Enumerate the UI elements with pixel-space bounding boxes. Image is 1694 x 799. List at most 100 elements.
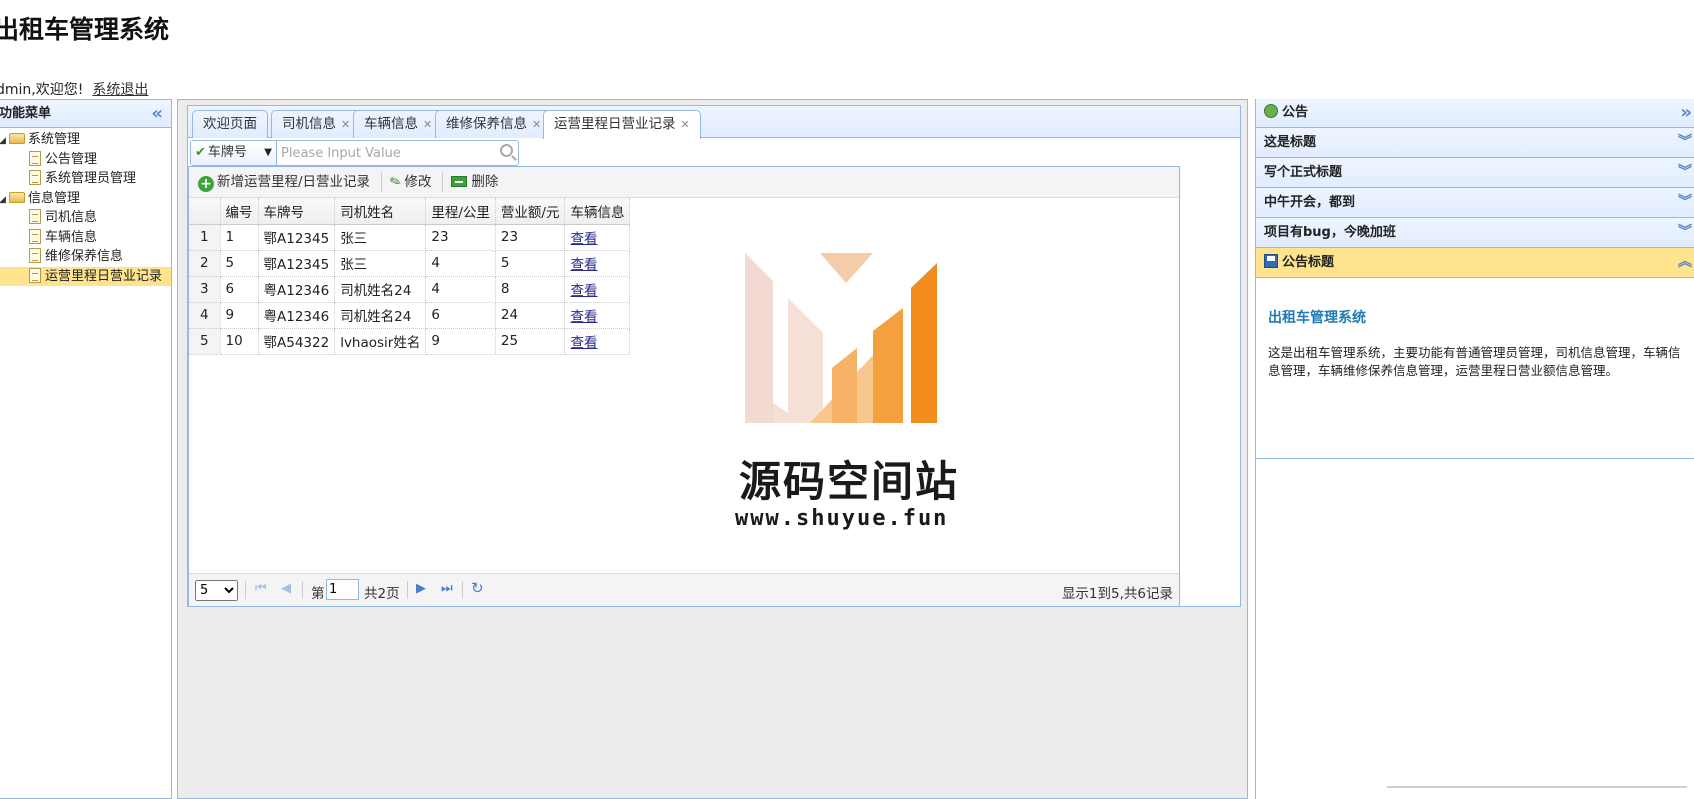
tab-maintenance-info[interactable]: 维修保养信息 ✕ bbox=[435, 110, 553, 138]
first-page-icon[interactable]: ⏮ bbox=[255, 581, 267, 596]
notice-item[interactable]: 写个正式标题 ︾ bbox=[1256, 158, 1694, 188]
cell-id: 1 bbox=[220, 224, 259, 251]
watermark-logo bbox=[745, 253, 937, 423]
column-header[interactable]: 编号 bbox=[220, 198, 259, 225]
close-icon[interactable]: ✕ bbox=[341, 118, 350, 131]
cell-id: 5 bbox=[220, 250, 259, 277]
logout-link[interactable]: 系统退出 bbox=[92, 82, 148, 98]
folder-icon bbox=[9, 133, 25, 144]
tab-driver-info[interactable]: 司机信息 ✕ bbox=[271, 110, 362, 138]
page-total: 共2页 bbox=[364, 586, 400, 602]
view-vehicle-link[interactable]: 查看 bbox=[570, 309, 597, 325]
search-field-button[interactable]: ✔ 车牌号 ▼ bbox=[191, 141, 277, 165]
cell-vehicle: 查看 bbox=[564, 328, 631, 355]
datagrid: + 新增运营里程/日营业记录 ✎修改 删除 编号 车牌号 司机姓名 里程/公里 营业额… bbox=[188, 166, 1180, 607]
rownum-header bbox=[189, 198, 221, 225]
tree-item-notice-manage[interactable]: 公告管理 bbox=[0, 150, 171, 170]
collapse-left-icon[interactable]: « bbox=[151, 100, 163, 127]
menu-title: 功能菜单 bbox=[0, 106, 52, 121]
tree-item-admin-manage[interactable]: 系统管理员管理 bbox=[0, 169, 171, 189]
notice-body-title: 出租车管理系统 bbox=[1268, 310, 1366, 326]
row-number: 1 bbox=[189, 224, 221, 251]
check-icon: ✔ bbox=[195, 145, 206, 160]
tree-item-operation-records[interactable]: 运营里程日营业记录 bbox=[0, 266, 171, 286]
cell-id: 6 bbox=[220, 276, 259, 303]
notice-item[interactable]: 中午开会，都到 ︾ bbox=[1256, 188, 1694, 218]
collapse-right-icon[interactable]: » bbox=[1680, 99, 1692, 127]
menu-header: 功能菜单 « bbox=[0, 100, 171, 128]
close-icon[interactable]: ✕ bbox=[532, 118, 541, 131]
column-header[interactable]: 车辆信息 bbox=[564, 198, 631, 225]
tree-item-driver-info[interactable]: 司机信息 bbox=[0, 208, 171, 228]
tree-item-vehicle-info[interactable]: 车辆信息 bbox=[0, 228, 171, 248]
cell-mileage: 4 bbox=[425, 276, 496, 303]
file-icon bbox=[29, 267, 41, 283]
close-icon[interactable]: ✕ bbox=[423, 118, 432, 131]
view-vehicle-link[interactable]: 查看 bbox=[570, 335, 597, 351]
delete-icon bbox=[451, 176, 468, 187]
tree-item-label: 公告管理 bbox=[45, 151, 98, 167]
search-icon[interactable] bbox=[500, 144, 513, 157]
tab-vehicle-info[interactable]: 车辆信息 ✕ bbox=[353, 110, 444, 138]
view-vehicle-link[interactable]: 查看 bbox=[570, 257, 597, 273]
table-row[interactable]: 2 5 鄂A12345 张三 4 5 查看 bbox=[189, 250, 631, 277]
expand-triangle-icon[interactable]: ◢ bbox=[0, 132, 6, 151]
column-header[interactable]: 车牌号 bbox=[258, 198, 336, 225]
row-number: 2 bbox=[189, 250, 221, 277]
collapse-up-icon[interactable]: ︽ bbox=[1678, 248, 1692, 277]
notice-item[interactable]: 项目有bug，今晚加班 ︾ bbox=[1256, 218, 1694, 248]
expand-down-icon[interactable]: ︾ bbox=[1678, 158, 1692, 187]
watermark-url: www.shuyue.fun bbox=[735, 506, 949, 531]
notice-panel: 公告 » 这是标题 ︾ 写个正式标题 ︾ 中午开会，都到 ︾ 项目有bug，今晚加班 ︾… bbox=[1255, 99, 1694, 799]
page-size-select[interactable]: 5 bbox=[195, 580, 238, 601]
close-icon[interactable]: ✕ bbox=[681, 118, 690, 131]
cell-mileage: 4 bbox=[425, 250, 496, 277]
records-table: 编号 车牌号 司机姓名 里程/公里 营业额/元 车辆信息 1 1 鄂A12345… bbox=[189, 198, 631, 355]
column-header[interactable]: 营业额/元 bbox=[495, 198, 566, 225]
pager-divider bbox=[245, 581, 246, 599]
add-label: 新增运营里程/日营业记录 bbox=[217, 174, 371, 190]
last-page-icon[interactable]: ⏭ bbox=[441, 581, 453, 596]
delete-button[interactable]: 删除 bbox=[448, 167, 504, 197]
search-box: ✔ 车牌号 ▼ bbox=[190, 140, 519, 166]
center-region: 欢迎页面 司机信息 ✕ 车辆信息 ✕ 维修保养信息 ✕ 运营里程日营业记录 ✕ ✔ 车牌号… bbox=[177, 99, 1248, 799]
cell-plate: 粤A12346 bbox=[258, 302, 336, 329]
refresh-icon[interactable]: ↻ bbox=[471, 579, 484, 597]
row-number: 3 bbox=[189, 276, 221, 303]
cell-mileage: 23 bbox=[425, 224, 496, 251]
search-input[interactable] bbox=[279, 142, 495, 164]
expand-down-icon[interactable]: ︾ bbox=[1678, 128, 1692, 157]
notice-item-label: 公告标题 bbox=[1282, 255, 1335, 270]
table-row[interactable]: 1 1 鄂A12345 张三 23 23 查看 bbox=[189, 224, 631, 251]
table-row[interactable]: 5 10 鄂A54322 lvhaosir姓名 9 25 查看 bbox=[189, 328, 631, 355]
search-field-label: 车牌号 bbox=[207, 145, 247, 160]
cell-plate: 粤A12346 bbox=[258, 276, 336, 303]
table-row[interactable]: 4 9 粤A12346 司机姓名24 6 24 查看 bbox=[189, 302, 631, 329]
page-number-input[interactable] bbox=[326, 579, 359, 600]
tab-welcome[interactable]: 欢迎页面 bbox=[192, 110, 268, 138]
tree-group-info[interactable]: ◢ 信息管理 bbox=[0, 189, 171, 209]
tree-group-system[interactable]: ◢ 系统管理 bbox=[0, 130, 171, 150]
tab-operation-records[interactable]: 运营里程日营业记录 ✕ bbox=[543, 110, 701, 139]
view-vehicle-link[interactable]: 查看 bbox=[570, 231, 597, 247]
file-icon bbox=[29, 228, 41, 244]
expand-triangle-icon[interactable]: ◢ bbox=[0, 191, 6, 210]
edit-button[interactable]: ✎修改 bbox=[387, 167, 437, 197]
next-page-icon[interactable]: ▶ bbox=[416, 581, 426, 596]
edit-label: 修改 bbox=[404, 174, 432, 190]
notice-body-text: 这是出租车管理系统，主要功能有普通管理员管理，司机信息管理，车辆信息管理，车辆维… bbox=[1268, 345, 1681, 378]
column-header[interactable]: 里程/公里 bbox=[425, 198, 496, 225]
tree-item-maintenance-info[interactable]: 维修保养信息 bbox=[0, 247, 171, 267]
cell-id: 9 bbox=[220, 302, 259, 329]
notice-item-open[interactable]: 公告标题 ︽ bbox=[1256, 248, 1694, 278]
column-header[interactable]: 司机姓名 bbox=[334, 198, 427, 225]
prev-page-icon[interactable]: ◀ bbox=[281, 581, 291, 596]
expand-down-icon[interactable]: ︾ bbox=[1678, 188, 1692, 217]
notice-item-label: 中午开会，都到 bbox=[1264, 195, 1356, 210]
add-record-button[interactable]: + 新增运营里程/日营业记录 bbox=[195, 167, 376, 197]
notice-item[interactable]: 这是标题 ︾ bbox=[1256, 128, 1694, 158]
cell-vehicle: 查看 bbox=[564, 276, 631, 303]
expand-down-icon[interactable]: ︾ bbox=[1678, 218, 1692, 247]
view-vehicle-link[interactable]: 查看 bbox=[570, 283, 597, 299]
table-row[interactable]: 3 6 粤A12346 司机姓名24 4 8 查看 bbox=[189, 276, 631, 303]
